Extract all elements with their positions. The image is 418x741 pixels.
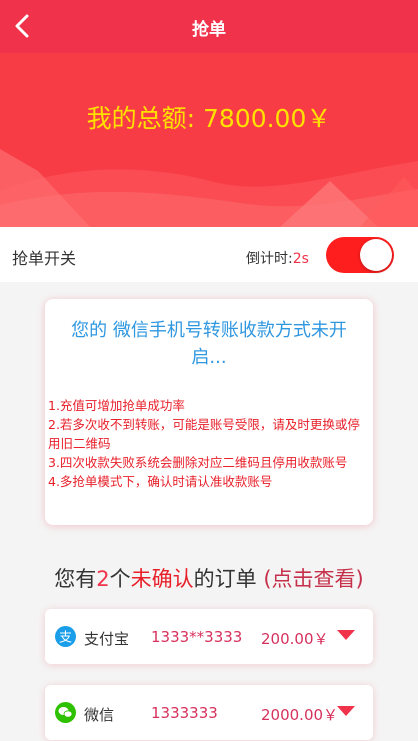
countdown: 倒计时:2s — [246, 248, 309, 268]
order-item[interactable]: 支 支付宝 1333**3333 200.00￥ — [45, 609, 373, 664]
order-method: 微信 — [84, 706, 115, 724]
order-method: 支付宝 — [84, 630, 130, 648]
rules-list: 1.充值可增加抢单成功率 2.若多次收不到转账，可能是账号受限，请及时更换或停用… — [48, 396, 367, 491]
countdown-label: 倒计时: — [246, 251, 293, 267]
alipay-icon: 支 — [55, 626, 76, 647]
notice-title: 您的 微信手机号转账收款方式未开启... — [71, 320, 347, 368]
toggle-knob — [360, 239, 392, 271]
order-account: 1333333 — [151, 704, 218, 722]
view-orders-link[interactable]: (点击查看) — [263, 567, 363, 591]
top-bar: 抢单 — [0, 0, 418, 53]
wechat-icon — [55, 702, 76, 723]
expand-arrow-icon[interactable] — [337, 706, 355, 716]
order-amount: 200.00￥ — [261, 630, 329, 648]
pending-prefix: 您有 — [54, 567, 97, 591]
pending-unconfirmed: 未确认 — [130, 567, 194, 591]
notice-card: 您的 微信手机号转账收款方式未开启... 1.充值可增加抢单成功率 2.若多次收… — [45, 299, 373, 525]
expand-arrow-icon[interactable] — [337, 630, 355, 640]
banner-decoration — [0, 149, 418, 227]
svg-text:支: 支 — [59, 631, 72, 646]
grab-toggle[interactable] — [326, 237, 394, 273]
order-amount: 2000.00￥ — [261, 706, 339, 724]
rule-item: 3.四次收款失败系统会删除对应二维码且停用收款账号 — [48, 455, 348, 470]
rule-item: 4.多抢单模式下，确认时请认准收款账号 — [48, 474, 273, 489]
total-balance: 我的总额: 7800.00￥ — [86, 104, 332, 133]
pending-unit: 个 — [109, 567, 131, 591]
pending-suffix: 的订单 — [193, 567, 257, 591]
pending-orders-heading: 您有2个未确认的订单 (点击查看) — [0, 563, 418, 593]
rule-item: 2.若多次收不到转账，可能是账号受限，请及时更换或停用旧二维码 — [48, 417, 360, 451]
page-title: 抢单 — [192, 20, 226, 40]
rule-item: 1.充值可增加抢单成功率 — [48, 398, 185, 413]
order-account: 1333**3333 — [151, 628, 243, 646]
order-item[interactable]: 微信 1333333 2000.00￥ — [45, 685, 373, 740]
balance-banner: 我的总额: 7800.00￥ — [0, 53, 418, 227]
grab-switch-label: 抢单开关 — [12, 249, 77, 268]
grab-switch-row: 抢单开关 倒计时:2s — [0, 227, 418, 282]
pending-count: 2 — [96, 567, 110, 591]
countdown-value: 2s — [292, 251, 309, 267]
